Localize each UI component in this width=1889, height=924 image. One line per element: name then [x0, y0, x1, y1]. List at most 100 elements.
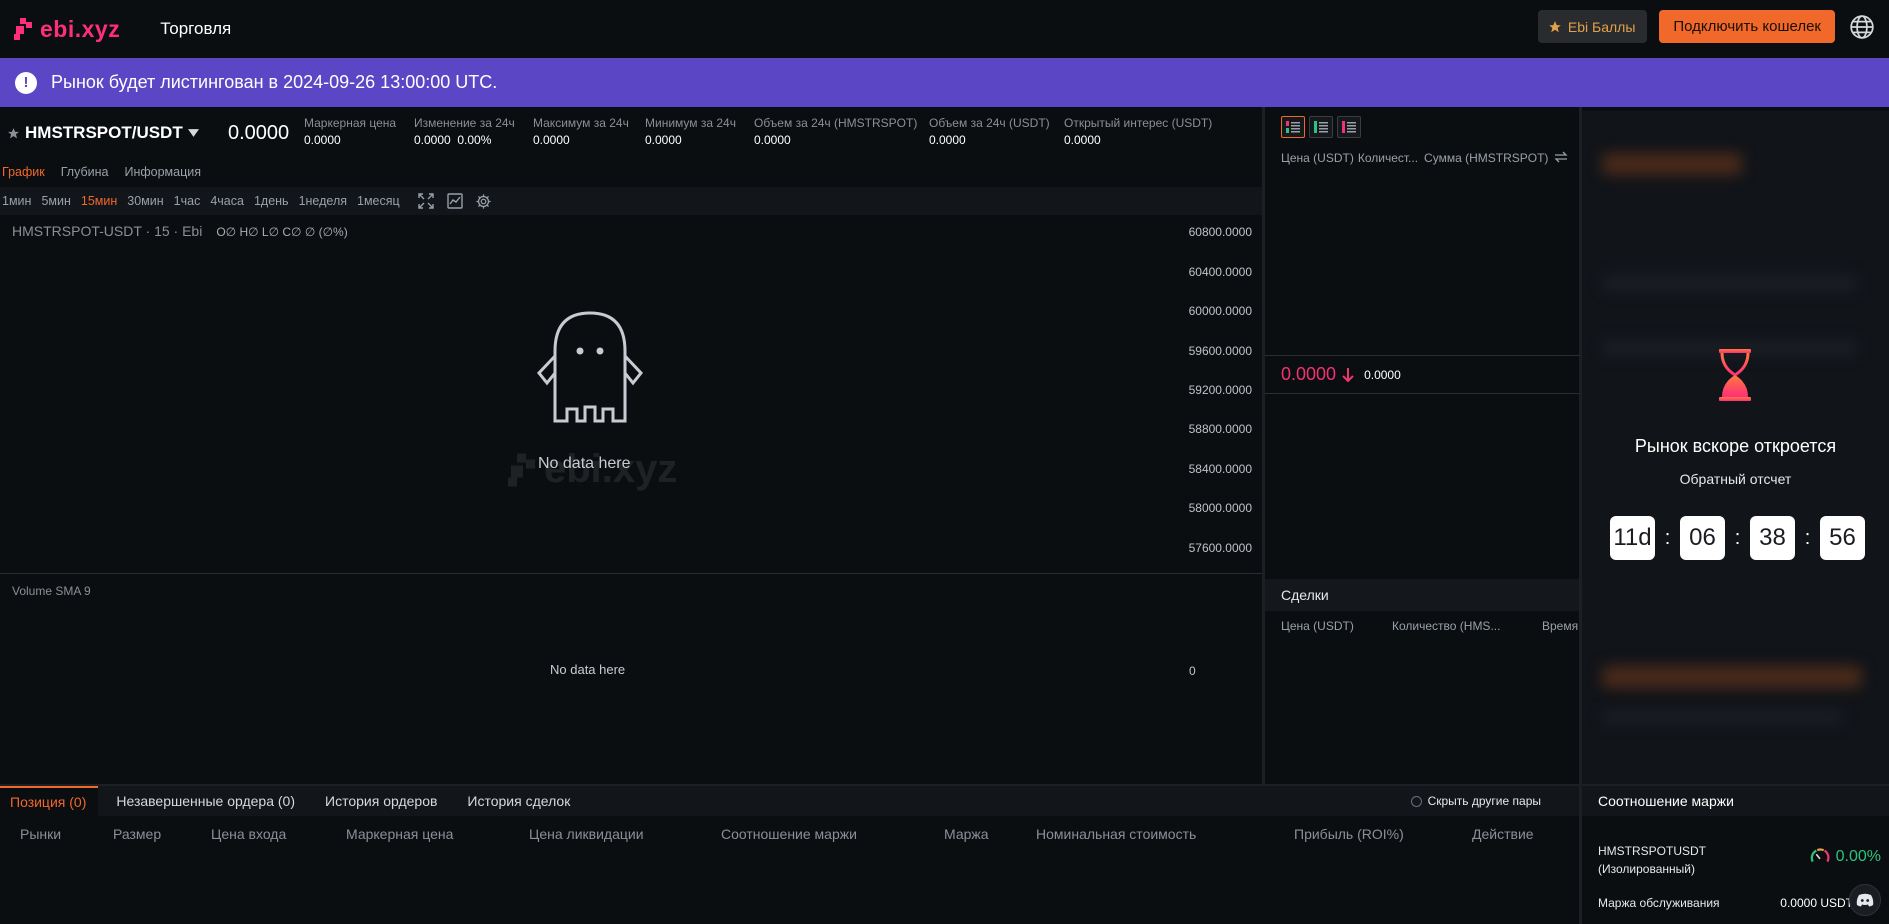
timeframe-15m[interactable]: 15мин: [79, 194, 125, 208]
y-tick: 58000.0000: [1188, 501, 1252, 515]
timeframe-1w[interactable]: 1неделя: [297, 194, 355, 208]
ticker-bar: HMSTRSPOT/USDT 0.0000 Маркерная цена 0.0…: [0, 107, 1262, 154]
stat-high-24h: Максимум за 24ч 0.0000: [533, 116, 629, 147]
tab-trade-history[interactable]: История сделок: [457, 786, 582, 816]
settings-gear-icon[interactable]: [473, 190, 495, 212]
countdown-hours: 06: [1680, 516, 1725, 560]
timeframe-1m[interactable]: 1мин: [0, 194, 39, 208]
arrow-down-icon: [1342, 367, 1354, 382]
listing-banner: ! Рынок будет листингован в 2024-09-26 1…: [0, 58, 1889, 107]
trades-col-price: Цена (USDT): [1281, 619, 1354, 633]
volume-axis-tick: 0: [1189, 664, 1196, 678]
maintenance-margin-label: Маржа обслуживания: [1598, 896, 1720, 910]
orderbook-bids-icon[interactable]: [1309, 116, 1333, 138]
star-icon: [1549, 20, 1561, 32]
timeframe-5m[interactable]: 5мин: [39, 194, 78, 208]
col-liq-price: Цена ликвидации: [529, 826, 644, 842]
timeframe-4h[interactable]: 4часа: [208, 194, 252, 208]
tab-chart[interactable]: График: [2, 165, 45, 179]
star-icon[interactable]: [7, 127, 20, 140]
y-tick: 60800.0000: [1188, 225, 1252, 239]
hourglass-icon: [1719, 349, 1751, 401]
col-mark-price: Маркерная цена: [346, 826, 454, 842]
connect-wallet-button[interactable]: Подключить кошелек: [1659, 10, 1835, 43]
positions-panel: Позиция (0) Незавершенные ордера (0) Ист…: [0, 786, 1579, 924]
volume-chart[interactable]: Volume SMA 9 No data here 0: [0, 574, 1262, 784]
ob-col-sum: Сумма (HMSTRSPOT): [1424, 151, 1549, 165]
gauge-icon: [1810, 848, 1830, 863]
positions-tabs: Позиция (0) Незавершенные ордера (0) Ист…: [0, 786, 1579, 816]
fullscreen-icon[interactable]: [415, 190, 437, 212]
tab-order-history[interactable]: История ордеров: [315, 786, 449, 816]
margin-ratio-value: 0.00%: [1809, 846, 1881, 868]
market-opening-title: Рынок вскоре откроется: [1634, 436, 1837, 456]
tab-info[interactable]: Информация: [124, 165, 201, 179]
y-tick: 58800.0000: [1188, 422, 1252, 436]
col-margin: Маржа: [944, 826, 989, 842]
radio-icon[interactable]: [1410, 795, 1422, 807]
chart-view-tabs: График Глубина Информация: [0, 160, 201, 184]
timeframe-1mo[interactable]: 1месяц: [355, 194, 408, 208]
globe-icon[interactable]: [1849, 14, 1875, 40]
countdown-minutes: 38: [1750, 516, 1795, 560]
trade-form-panel: Рынок вскоре откроется Обратный отсчет 1…: [1582, 111, 1889, 784]
trades-title: Сделки: [1265, 579, 1579, 611]
y-tick: 60000.0000: [1188, 304, 1252, 318]
trades-col-qty: Количество (HMS...: [1392, 619, 1501, 633]
discord-button[interactable]: [1849, 884, 1881, 916]
caret-down-icon: [187, 129, 199, 137]
ebi-points-label: Ebi Баллы: [1567, 18, 1636, 35]
ebi-points-button[interactable]: Ebi Баллы: [1537, 10, 1648, 43]
mid-price: 0.0000: [1281, 364, 1337, 384]
logo[interactable]: ebi.xyz: [14, 16, 120, 43]
price-chart[interactable]: HMSTRSPOT-USDT · 15 · Ebi O∅ H∅ L∅ C∅ ∅ (…: [0, 215, 1262, 573]
discord-icon: [1856, 893, 1874, 907]
col-size: Размер: [113, 826, 162, 842]
logo-icon: [14, 18, 32, 40]
col-margin-ratio: Соотношение маржи: [721, 826, 857, 842]
countdown-days: 11d: [1610, 516, 1655, 560]
orderbook-asks-icon[interactable]: [1337, 116, 1361, 138]
stat-low-24h: Минимум за 24ч 0.0000: [645, 116, 736, 147]
logo-text: ebi.xyz: [40, 15, 121, 42]
indicators-icon[interactable]: [444, 190, 466, 212]
trades-col-time: Время: [1542, 619, 1579, 633]
chart-no-data: No data here: [538, 455, 631, 472]
tab-depth[interactable]: Глубина: [61, 165, 109, 179]
col-notional: Номинальная стоимость: [1036, 826, 1197, 842]
y-tick: 58400.0000: [1188, 462, 1252, 476]
top-nav: ebi.xyz Торговля Ebi Баллы Подключить ко…: [0, 0, 1889, 58]
order-book: Цена (USDT) Количест... Сумма (HMSTRSPOT…: [1265, 111, 1579, 579]
orderbook-view-toggles: [1281, 116, 1361, 138]
col-markets: Рынки: [20, 826, 62, 842]
tab-positions[interactable]: Позиция (0): [0, 786, 99, 816]
banner-text: Рынок будет листингован в 2024-09-26 13:…: [51, 72, 498, 92]
stat-mark-price: Маркерная цена 0.0000: [304, 116, 397, 147]
hide-other-pairs-toggle[interactable]: Скрыть другие пары: [1410, 794, 1541, 808]
maintenance-margin-value: 0.0000 USDT: [1780, 896, 1853, 910]
hide-other-pairs-label: Скрыть другие пары: [1427, 794, 1541, 808]
pair-selector[interactable]: HMSTRSPOT/USDT: [7, 123, 199, 143]
tab-open-orders[interactable]: Незавершенные ордера (0): [106, 786, 307, 816]
col-pnl: Прибыль (ROI%): [1294, 826, 1404, 842]
mid-mark-price: 0.0000: [1364, 367, 1401, 382]
y-tick: 59200.0000: [1188, 383, 1252, 397]
pair-name: HMSTRSPOT/USDT: [25, 123, 183, 142]
swap-icon[interactable]: [1554, 151, 1568, 163]
stat-volume-usdt: Объем за 24ч (USDT) 0.0000: [929, 116, 1050, 147]
chart-legend: HMSTRSPOT-USDT · 15 · Ebi O∅ H∅ L∅ C∅ ∅ (…: [12, 223, 348, 239]
timeframe-30m[interactable]: 30мин: [125, 194, 171, 208]
col-entry-price: Цена входа: [211, 826, 287, 842]
margin-ratio-panel: Соотношение маржи HMSTRSPOTUSDT (Изолиро…: [1582, 786, 1889, 924]
timeframe-1h[interactable]: 1час: [172, 194, 209, 208]
margin-pair: HMSTRSPOTUSDT (Изолированный): [1598, 844, 1706, 876]
nav-trade-link[interactable]: Торговля: [160, 19, 231, 39]
countdown-timer: 11d : 06 : 38 : 56: [1610, 516, 1865, 560]
ghost-empty-icon: [537, 311, 643, 423]
margin-ratio-title: Соотношение маржи: [1582, 786, 1889, 816]
stat-open-interest: Открытый интерес (USDT) 0.0000: [1064, 116, 1213, 147]
orderbook-both-icon[interactable]: [1281, 116, 1305, 138]
timeframe-1d[interactable]: 1день: [252, 194, 297, 208]
col-action: Действие: [1472, 826, 1534, 842]
countdown-seconds: 56: [1820, 516, 1865, 560]
